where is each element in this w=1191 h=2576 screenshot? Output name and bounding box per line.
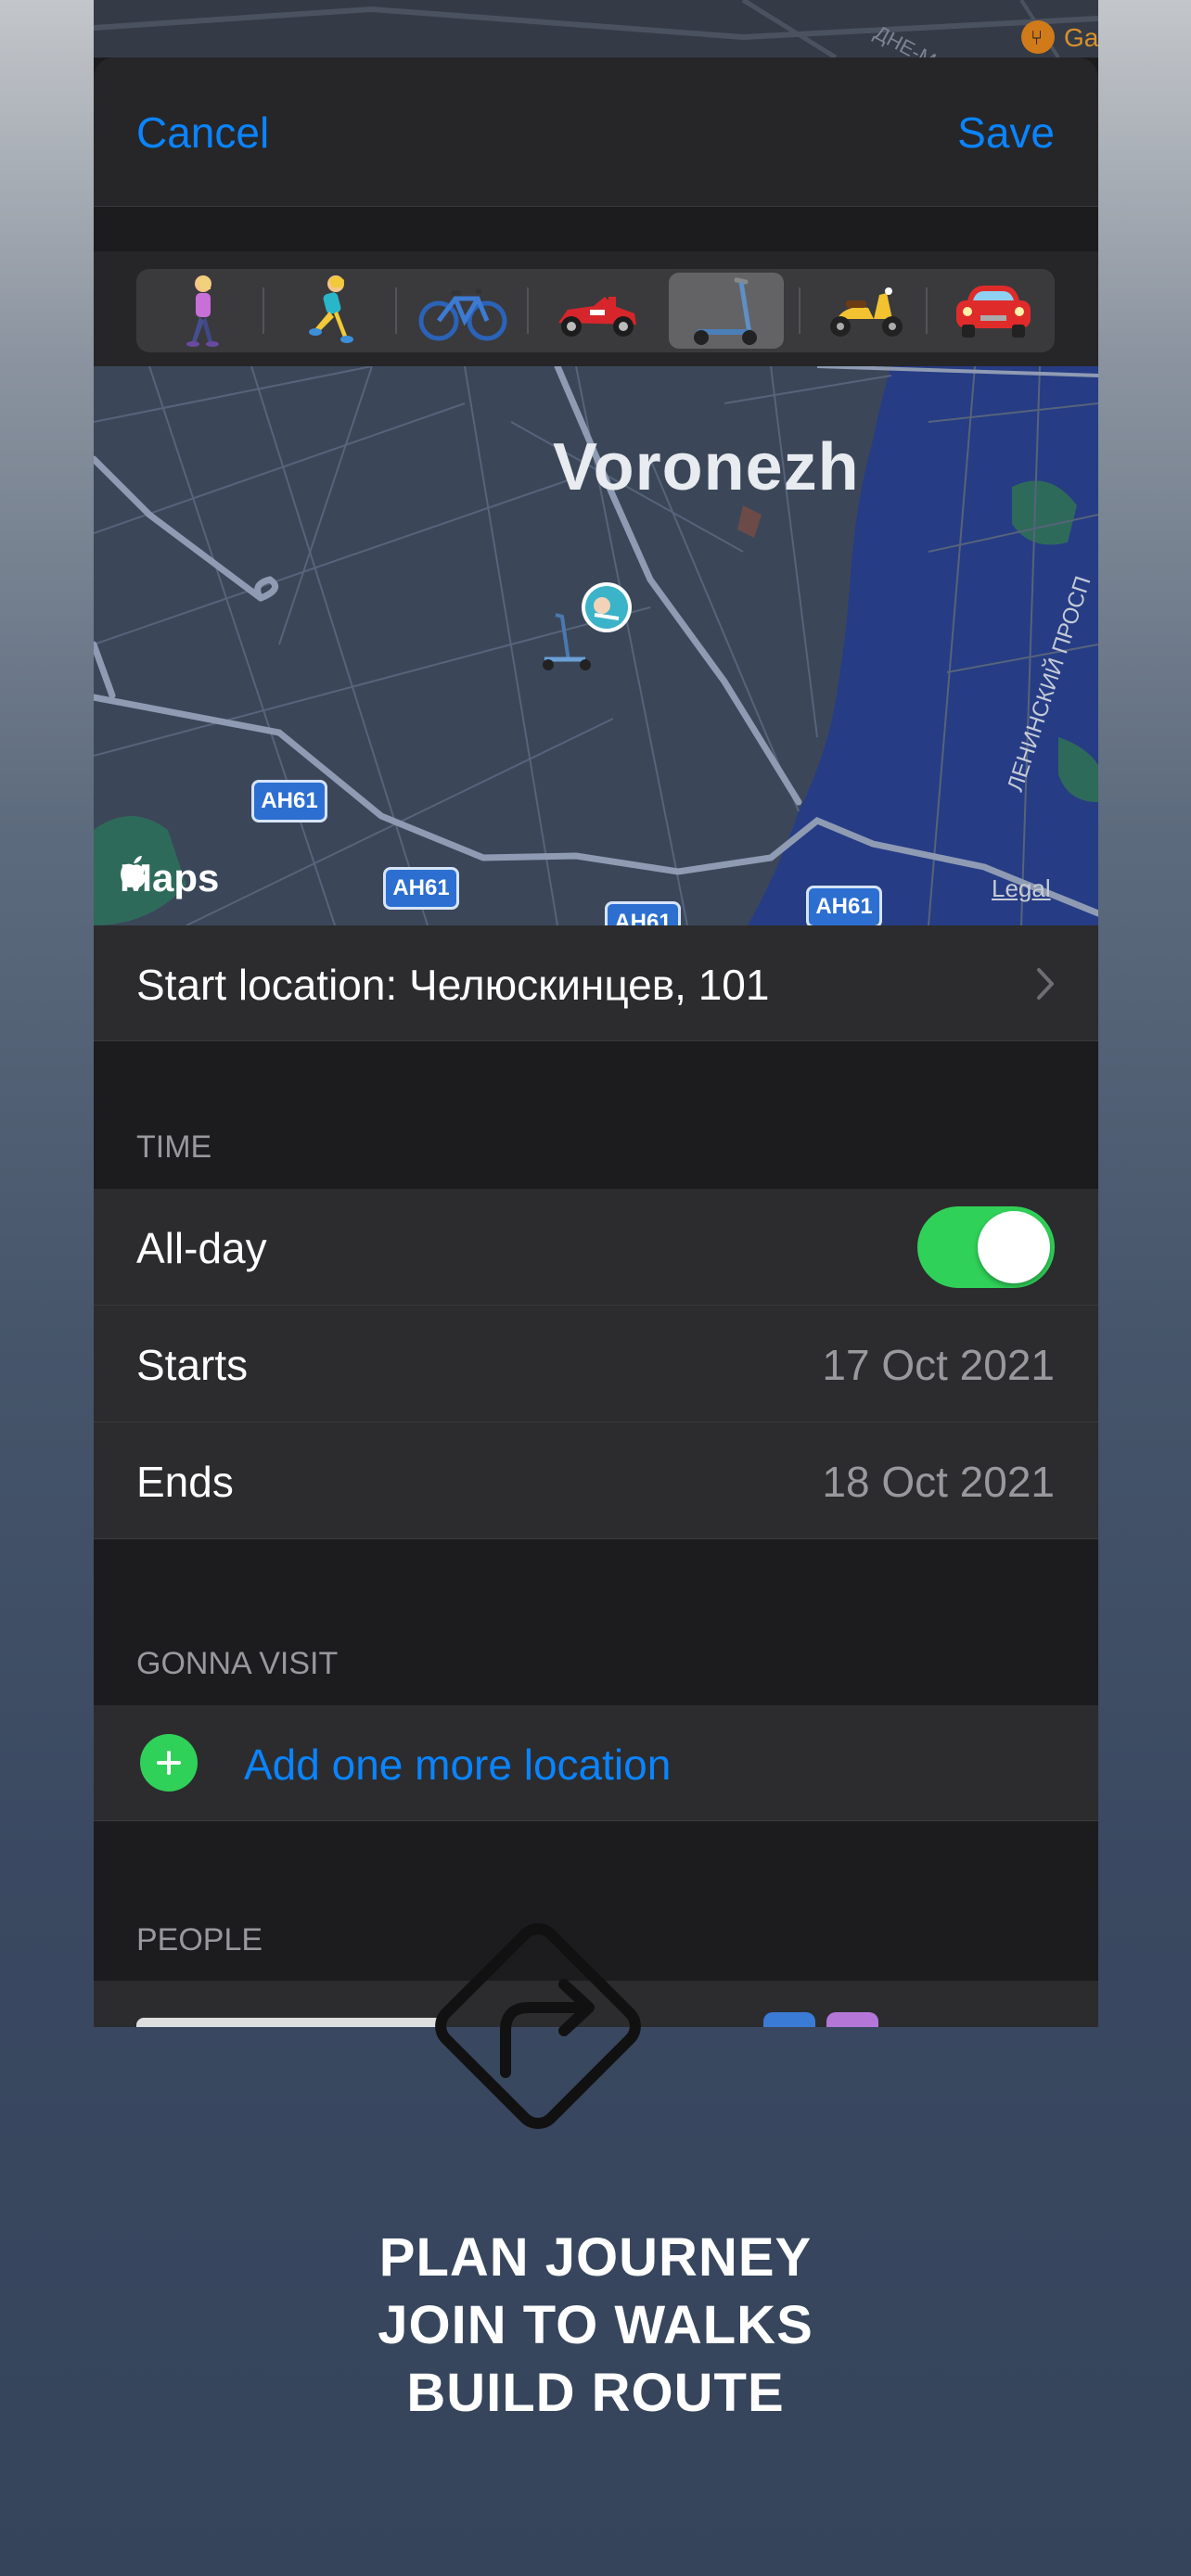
toggle-knob xyxy=(978,1211,1050,1283)
people-row-text-clipped xyxy=(136,2018,442,2027)
car-icon xyxy=(956,286,1031,338)
svg-text:⑂: ⑂ xyxy=(1031,27,1043,50)
kick-scooter-icon xyxy=(694,277,757,345)
starts-value: 17 Oct 2021 xyxy=(822,1341,1055,1389)
add-icon xyxy=(140,1734,198,1792)
nav-bar: Cancel Save xyxy=(94,57,1098,207)
maps-logo: Maps xyxy=(120,856,219,900)
cancel-button[interactable]: Cancel xyxy=(136,108,269,158)
ends-label: Ends xyxy=(136,1458,234,1506)
road-shield: AH61 xyxy=(251,780,327,823)
people-section-header: PEOPLE xyxy=(136,1922,263,1958)
mode-motor-scooter[interactable] xyxy=(807,273,922,349)
road-shield: AH61 xyxy=(383,867,459,910)
start-location-label: Start location: Челюскинцев, 101 xyxy=(136,961,770,1009)
mode-kick-scooter[interactable] xyxy=(669,273,784,349)
add-location-row[interactable]: Add one more location xyxy=(94,1705,1098,1821)
all-day-label: All-day xyxy=(136,1224,267,1272)
mode-walking[interactable] xyxy=(144,273,259,349)
route-map[interactable]: ЛЕНИНСКИЙ ПРОСП Voronezh AH61 AH61 AH61 … xyxy=(94,366,1098,925)
start-location-row[interactable]: Start location: Челюскинцев, 101 xyxy=(94,925,1098,1041)
road-shield: AH61 xyxy=(605,901,681,925)
avatar xyxy=(826,2012,878,2027)
starts-label: Starts xyxy=(136,1341,249,1389)
mode-race-car[interactable] xyxy=(538,273,653,349)
starts-row[interactable]: Starts 17 Oct 2021 xyxy=(94,1306,1098,1422)
mode-running[interactable] xyxy=(274,273,389,349)
mode-bicycle[interactable] xyxy=(405,273,520,349)
visit-section-header: GONNA VISIT xyxy=(136,1646,339,1681)
bicycle-icon xyxy=(418,288,507,341)
chevron-right-icon xyxy=(1037,968,1054,1000)
walking-person-icon xyxy=(186,275,219,347)
motor-scooter-icon xyxy=(830,287,903,337)
event-sheet: Cancel Save ЛЕНИНСКИЙ ПРОСП Voronezh AH6… xyxy=(94,57,1098,2027)
app-screenshot: ДНЕ-М ⑂ Ga Cancel Save ЛЕНИНСКИЙ ПРОСП V… xyxy=(94,0,1098,2027)
add-location-label: Add one more location xyxy=(244,1741,672,1789)
all-day-row: All-day xyxy=(94,1189,1098,1306)
time-section-header: TIME xyxy=(136,1129,212,1165)
ends-row[interactable]: Ends 18 Oct 2021 xyxy=(94,1422,1098,1539)
map-city-label: Voronezh xyxy=(553,430,860,504)
promo-line-2: JOIN TO WALKS xyxy=(378,2295,813,2355)
road-shield: AH61 xyxy=(806,886,882,925)
save-button[interactable]: Save xyxy=(957,108,1055,158)
all-day-toggle[interactable] xyxy=(917,1206,1055,1288)
route-turn-sign-icon xyxy=(435,1923,641,2129)
ends-value: 18 Oct 2021 xyxy=(822,1458,1055,1506)
legal-link[interactable]: Legal xyxy=(992,874,1051,903)
mode-car[interactable] xyxy=(936,273,1051,349)
race-car-icon xyxy=(558,297,636,337)
transport-mode-picker xyxy=(136,269,1055,352)
background-map-strip: ДНЕ-М ⑂ Ga xyxy=(94,0,1098,57)
promo-line-3: BUILD ROUTE xyxy=(406,2363,785,2423)
poi-label: Ga xyxy=(1064,23,1098,52)
avatar xyxy=(763,2012,815,2027)
section-gap xyxy=(94,207,1098,251)
running-person-icon xyxy=(309,275,353,343)
promo-line-1: PLAN JOURNEY xyxy=(378,2227,813,2288)
apple-icon xyxy=(121,856,147,887)
